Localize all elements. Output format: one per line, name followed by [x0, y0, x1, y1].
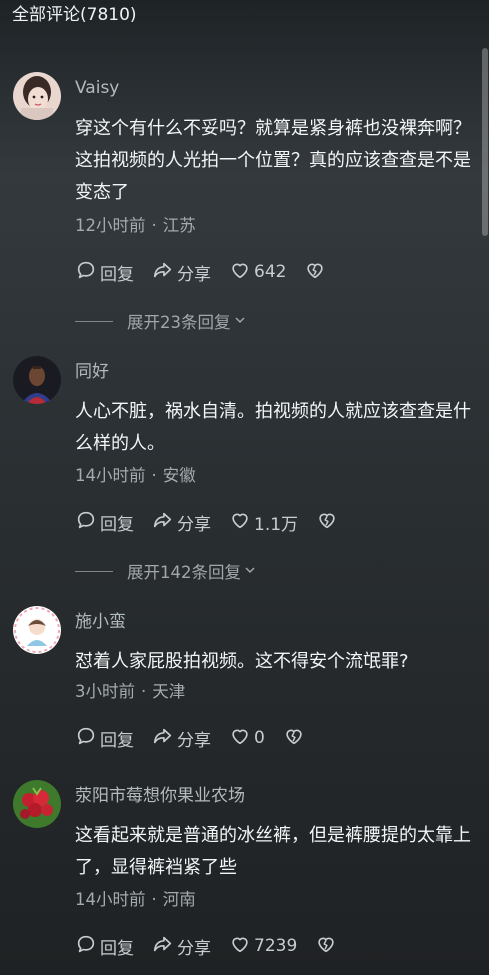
like-count: 0: [254, 728, 265, 748]
chevron-down-icon: [241, 562, 257, 581]
reply-label: 回复: [100, 264, 134, 285]
comment-meta: 14小时前 · 河南: [75, 890, 196, 909]
avatar[interactable]: [13, 780, 61, 828]
comment-meta: 14小时前 · 安徽: [75, 466, 196, 485]
broken-heart-icon: [316, 509, 341, 536]
scrollbar[interactable]: [482, 48, 488, 236]
comment-username[interactable]: 施小蛮: [75, 611, 126, 633]
share-label: 分享: [177, 730, 211, 751]
speech-bubble-icon: [75, 933, 100, 960]
broken-heart-icon: [304, 259, 329, 286]
like-button[interactable]: 7239: [229, 933, 297, 960]
comment-time: 12小时前: [75, 216, 146, 235]
heart-icon: [229, 509, 254, 536]
comment-time: 14小时前: [75, 466, 146, 485]
like-count: 642: [254, 262, 287, 282]
avatar[interactable]: [13, 606, 61, 654]
comment-time: 3小时前: [75, 682, 135, 701]
expand-replies-label: 展开23条回复: [127, 313, 231, 332]
heart-icon: [229, 933, 254, 960]
expand-replies-label: 展开142条回复: [127, 563, 241, 582]
reply-button[interactable]: 回复: [75, 933, 134, 960]
comment-actions: 回复 分享 1.1万: [75, 509, 359, 536]
share-button[interactable]: 分享: [152, 933, 211, 960]
heart-icon: [229, 259, 254, 286]
comment-actions: 回复 分享 642: [75, 259, 347, 286]
speech-bubble-icon: [75, 725, 100, 752]
share-arrow-icon: [152, 259, 177, 286]
dislike-button[interactable]: [304, 259, 329, 286]
divider-line: [75, 320, 113, 322]
comment-text: 这看起来就是普通的冰丝裤，但是裤腰提的太靠上了，显得裤裆紧了些: [75, 825, 471, 878]
share-label: 分享: [177, 938, 211, 959]
comment-location: 天津: [152, 682, 186, 701]
reply-button[interactable]: 回复: [75, 509, 134, 536]
reply-button[interactable]: 回复: [75, 725, 134, 752]
avatar[interactable]: [13, 72, 61, 120]
speech-bubble-icon: [75, 259, 100, 286]
share-arrow-icon: [152, 509, 177, 536]
reply-label: 回复: [100, 730, 134, 751]
comment-text: 穿这个有什么不妥吗？就算是紧身裤也没裸奔啊？这拍视频的人光拍一个位置？真的应该查…: [75, 118, 471, 203]
comment-username[interactable]: Vaisy: [75, 77, 119, 99]
chevron-down-icon: [231, 312, 247, 331]
share-label: 分享: [177, 514, 211, 535]
dislike-button[interactable]: [283, 725, 308, 752]
comment-text: 怼着人家屁股拍视频。这不得安个流氓罪?: [75, 651, 409, 672]
like-button[interactable]: 642: [229, 259, 286, 286]
reply-label: 回复: [100, 514, 134, 535]
comment-username[interactable]: 荥阳市莓想你果业农场: [75, 785, 245, 807]
comment-time: 14小时前: [75, 890, 146, 909]
comment-meta: 3小时前 · 天津: [75, 682, 186, 701]
broken-heart-icon: [315, 933, 340, 960]
comment-username[interactable]: 同好: [75, 361, 109, 383]
comment-text: 人心不脏，祸水自清。拍视频的人就应该查查是什么样的人。: [75, 401, 471, 454]
comment-location: 河南: [162, 890, 196, 909]
share-button[interactable]: 分享: [152, 725, 211, 752]
share-button[interactable]: 分享: [152, 259, 211, 286]
share-arrow-icon: [152, 725, 177, 752]
divider-line: [75, 570, 113, 572]
expand-replies-button[interactable]: 展开23条回复: [75, 310, 247, 332]
share-label: 分享: [177, 264, 211, 285]
like-button[interactable]: 0: [229, 725, 265, 752]
heart-icon: [229, 725, 254, 752]
like-count: 1.1万: [254, 514, 299, 535]
comments-header-title: 全部评论(7810): [12, 5, 137, 25]
comment-location: 江苏: [162, 216, 196, 235]
broken-heart-icon: [283, 725, 308, 752]
share-button[interactable]: 分享: [152, 509, 211, 536]
reply-button[interactable]: 回复: [75, 259, 134, 286]
reply-label: 回复: [100, 938, 134, 959]
expand-replies-button[interactable]: 展开142条回复: [75, 560, 257, 582]
speech-bubble-icon: [75, 509, 100, 536]
avatar[interactable]: [13, 356, 61, 404]
like-count: 7239: [254, 936, 298, 956]
comment-meta: 12小时前 · 江苏: [75, 216, 196, 235]
comment-actions: 回复 分享 0: [75, 725, 326, 752]
dislike-button[interactable]: [316, 509, 341, 536]
share-arrow-icon: [152, 933, 177, 960]
like-button[interactable]: 1.1万: [229, 509, 298, 536]
comment-location: 安徽: [162, 466, 196, 485]
dislike-button[interactable]: [315, 933, 340, 960]
comment-actions: 回复 分享 7239: [75, 933, 358, 960]
